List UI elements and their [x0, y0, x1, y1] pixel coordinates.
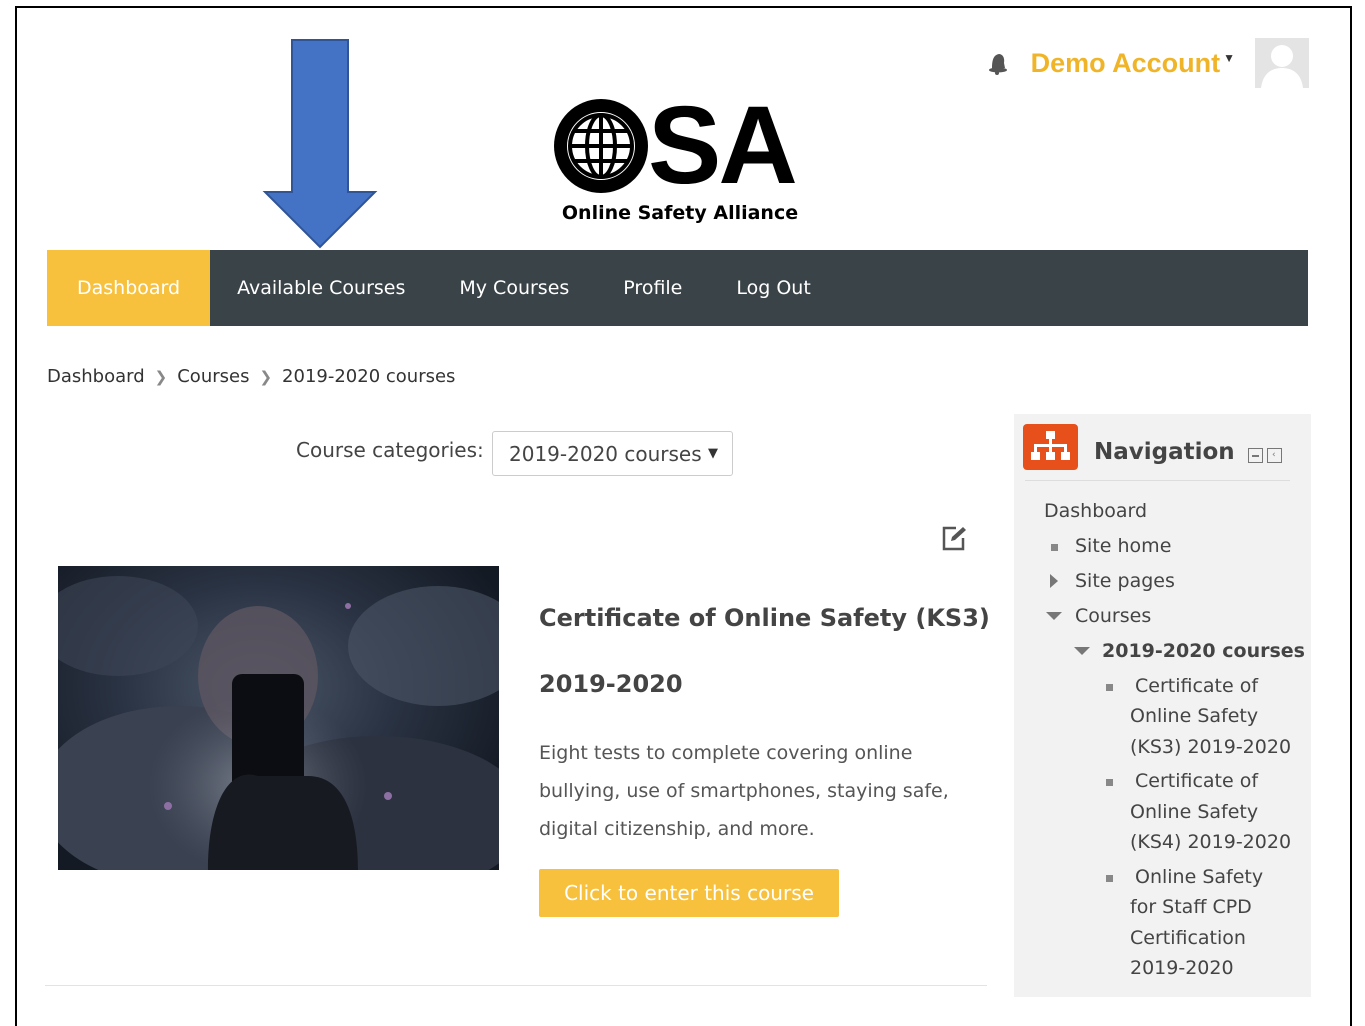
nav-tree-course-ks3-line1[interactable]: Certificate of [1135, 675, 1258, 697]
bullet-icon [1051, 544, 1058, 551]
course-categories-select[interactable]: 2019-2020 courses ▼ [492, 431, 733, 476]
caret-down-icon: ▼ [1223, 50, 1235, 65]
course-description: Eight tests to complete covering online … [539, 742, 949, 840]
nav-tree-course-staff-line1[interactable]: Online Safety [1135, 866, 1263, 888]
caret-down-icon[interactable] [1073, 646, 1091, 656]
caret-right-icon[interactable] [1049, 573, 1059, 589]
navigation-block: Navigation ‹ Dashboard Site home Site pa… [1014, 414, 1311, 997]
nav-tree-category[interactable]: 2019-2020 courses [1102, 640, 1305, 662]
site-logo[interactable]: SA Online Safety Alliance [552, 84, 808, 224]
nav-tree-course-ks4-line1[interactable]: Certificate of [1135, 770, 1258, 792]
nav-tree-course-staff-line4[interactable]: 2019-2020 [1130, 957, 1234, 979]
course-categories-label: Course categories: [296, 438, 484, 462]
nav-tree-course-ks3-line2[interactable]: Online Safety [1130, 705, 1258, 727]
navigation-title: Navigation [1094, 439, 1235, 465]
edit-icon[interactable] [940, 524, 968, 552]
main-navbar: Dashboard Available Courses My Courses P… [47, 250, 1308, 326]
course-image[interactable] [58, 566, 499, 870]
caret-down-icon: ▼ [708, 446, 718, 461]
user-menu-toggle[interactable]: Demo Account ▼ [1031, 48, 1235, 79]
enter-course-button[interactable]: Click to enter this course [539, 869, 839, 917]
bullet-icon [1106, 875, 1113, 882]
nav-my-courses[interactable]: My Courses [432, 250, 596, 326]
breadcrumb-courses[interactable]: Courses [177, 366, 249, 387]
caret-down-icon[interactable] [1045, 611, 1063, 621]
user-menu: Demo Account ▼ [983, 38, 1309, 88]
globe-icon [554, 99, 648, 193]
collapse-icon[interactable] [1248, 448, 1263, 463]
course-categories-value: 2019-2020 courses [509, 441, 702, 466]
block-controls: ‹ [1248, 448, 1282, 463]
nav-tree-course-staff-line3[interactable]: Certification [1130, 927, 1246, 949]
nav-tree-course-ks4-line2[interactable]: Online Safety [1130, 801, 1258, 823]
user-name: Demo Account [1030, 47, 1221, 78]
nav-tree-course-staff-line2[interactable]: for Staff CPD [1130, 896, 1252, 918]
breadcrumb: Dashboard ❯ Courses ❯ 2019-2020 courses [47, 366, 455, 387]
chevron-right-icon: ❯ [154, 367, 168, 386]
breadcrumb-dashboard[interactable]: Dashboard [47, 366, 145, 387]
nav-dashboard[interactable]: Dashboard [47, 250, 211, 326]
nav-profile[interactable]: Profile [596, 250, 709, 326]
breadcrumb-current[interactable]: 2019-2020 courses [282, 366, 455, 387]
nav-tree-course-ks4-line3[interactable]: (KS4) 2019-2020 [1130, 831, 1291, 853]
nav-tree-dashboard[interactable]: Dashboard [1044, 500, 1147, 522]
annotation-arrow [262, 39, 378, 249]
nav-tree-courses[interactable]: Courses [1075, 605, 1151, 627]
nav-tree-site-home[interactable]: Site home [1075, 535, 1171, 557]
chevron-right-icon: ❯ [259, 367, 273, 386]
bullet-icon [1106, 684, 1113, 691]
course-divider [45, 985, 987, 986]
nav-log-out[interactable]: Log Out [709, 250, 837, 326]
nav-tree-course-ks3-line3[interactable]: (KS3) 2019-2020 [1130, 736, 1291, 758]
bullet-icon [1106, 779, 1113, 786]
dock-icon[interactable]: ‹ [1267, 448, 1282, 463]
nav-available-courses[interactable]: Available Courses [210, 250, 432, 326]
avatar-icon[interactable] [1255, 38, 1309, 88]
block-header-divider [1025, 480, 1290, 481]
logo-text: SA [648, 84, 798, 207]
logo-subtitle: Online Safety Alliance [561, 202, 799, 224]
course-title[interactable]: Certificate of Online Safety (KS3) [539, 604, 990, 632]
sitemap-icon [1023, 424, 1078, 470]
nav-tree-site-pages[interactable]: Site pages [1075, 570, 1175, 592]
course-year: 2019-2020 [539, 670, 683, 698]
bell-icon[interactable] [983, 49, 1011, 77]
